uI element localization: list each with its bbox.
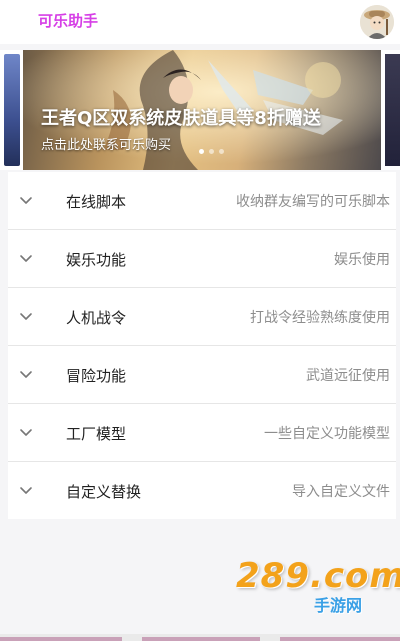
chevron-down-icon bbox=[20, 313, 32, 320]
list-item-adventure[interactable]: 冒险功能 武道远征使用 bbox=[8, 346, 396, 404]
chevron-down-icon bbox=[20, 371, 32, 378]
bottom-thumb bbox=[280, 637, 400, 641]
bottom-strip bbox=[0, 634, 400, 641]
list-item-entertainment[interactable]: 娱乐功能 娱乐使用 bbox=[8, 230, 396, 288]
app-title: 可乐助手 bbox=[38, 12, 99, 30]
chevron-down-icon bbox=[20, 429, 32, 436]
carousel-indicator bbox=[199, 149, 224, 154]
banner-carousel[interactable]: 王者Q区双系统皮肤道具等8折赠送 点击此处联系可乐购买 bbox=[0, 50, 400, 170]
chevron-down-icon bbox=[20, 197, 32, 204]
list-item-title: 冒险功能 bbox=[66, 367, 127, 385]
app-header: 可乐助手 bbox=[0, 0, 400, 44]
list-item-title: 在线脚本 bbox=[66, 193, 127, 211]
avatar-image bbox=[360, 5, 394, 39]
banner-prev-peek[interactable] bbox=[4, 54, 20, 166]
carousel-dot[interactable] bbox=[209, 149, 214, 154]
banner-slide[interactable]: 王者Q区双系统皮肤道具等8折赠送 点击此处联系可乐购买 bbox=[23, 50, 381, 170]
banner-title: 王者Q区双系统皮肤道具等8折赠送 bbox=[41, 108, 321, 129]
carousel-dot[interactable] bbox=[219, 149, 224, 154]
watermark-sub-text: 手游网 bbox=[314, 596, 363, 615]
banner-next-peek[interactable] bbox=[385, 54, 400, 166]
list-item-desc: 打战令经验熟练度使用 bbox=[250, 310, 390, 326]
list-item-bot-battle-pass[interactable]: 人机战令 打战令经验熟练度使用 bbox=[8, 288, 396, 346]
list-item-desc: 娱乐使用 bbox=[334, 252, 390, 268]
list-item-title: 娱乐功能 bbox=[66, 251, 127, 269]
carousel-dot[interactable] bbox=[199, 149, 204, 154]
bottom-thumb bbox=[142, 637, 260, 641]
list-item-desc: 导入自定义文件 bbox=[292, 484, 390, 500]
list-item-desc: 收纳群友编写的可乐脚本 bbox=[236, 194, 390, 210]
chevron-down-icon bbox=[20, 487, 32, 494]
list-item-title: 自定义替换 bbox=[66, 483, 142, 501]
banner-subtitle[interactable]: 点击此处联系可乐购买 bbox=[41, 134, 171, 153]
list-item-title: 工厂模型 bbox=[66, 425, 127, 443]
list-item-title: 人机战令 bbox=[66, 309, 127, 327]
list-item-custom-replace[interactable]: 自定义替换 导入自定义文件 bbox=[8, 462, 396, 519]
list-item-desc: 一些自定义功能模型 bbox=[264, 426, 390, 442]
list-item-factory-model[interactable]: 工厂模型 一些自定义功能模型 bbox=[8, 404, 396, 462]
watermark-main-text: 289.com bbox=[236, 556, 400, 596]
site-watermark: 289.com 手游网 bbox=[236, 556, 400, 615]
avatar[interactable] bbox=[360, 5, 394, 39]
list-item-desc: 武道远征使用 bbox=[306, 368, 390, 384]
bottom-thumb bbox=[0, 637, 122, 641]
chevron-down-icon bbox=[20, 255, 32, 262]
feature-list: 在线脚本 收纳群友编写的可乐脚本 娱乐功能 娱乐使用 人机战令 打战令经验熟练度… bbox=[8, 172, 396, 519]
list-item-online-scripts[interactable]: 在线脚本 收纳群友编写的可乐脚本 bbox=[8, 172, 396, 230]
